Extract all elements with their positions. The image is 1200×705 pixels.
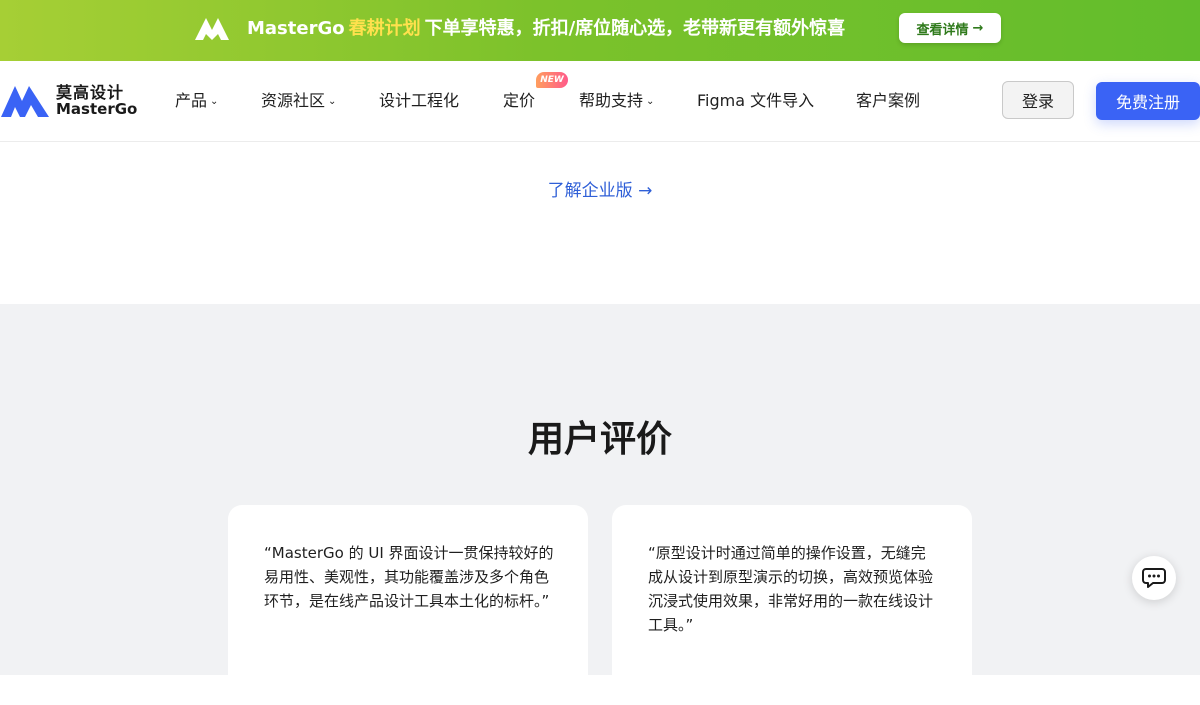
chat-bubble-icon: [1142, 568, 1166, 588]
promo-highlight: 春耕计划: [348, 18, 421, 39]
new-badge: NEW: [536, 72, 568, 88]
review-quote: “MasterGo 的 UI 界面设计一贯保持较好的易用性、美观性，其功能覆盖涉…: [264, 544, 554, 610]
view-details-button[interactable]: 查看详情 →: [899, 13, 1001, 43]
nav-item-figma-import[interactable]: Figma 文件导入: [697, 89, 814, 113]
brand-name-en: MasterGo: [56, 100, 138, 118]
nav-item-label: 客户案例: [856, 91, 921, 110]
enterprise-link[interactable]: 了解企业版 →: [0, 176, 1200, 201]
view-details-label: 查看详情: [916, 22, 969, 38]
review-quote: “原型设计时通过简单的操作设置，无缝完成从设计到原型演示的切换，高效预览体验沉浸…: [648, 544, 934, 634]
promo-brand: MasterGo: [247, 18, 345, 39]
nav-item-products[interactable]: 产品 ⌄: [175, 89, 218, 113]
nav-item-help[interactable]: 帮助支持 ⌄: [579, 89, 654, 113]
promo-text: MasterGo 春耕计划 下单享特惠，折扣/席位随心选，老带新更有额外惊喜: [247, 16, 845, 42]
nav-item-label: 设计工程化: [379, 91, 460, 110]
nav-item-label: 资源社区: [261, 91, 326, 110]
section-title: 用户评价: [527, 419, 672, 460]
promo-message: 下单享特惠，折扣/席位随心选，老带新更有额外惊喜: [424, 18, 846, 39]
promo-banner: MasterGo 春耕计划 下单享特惠，折扣/席位随心选，老带新更有额外惊喜 查看详…: [0, 0, 1200, 61]
nav-item-design-engineering[interactable]: 设计工程化: [379, 89, 459, 113]
review-card: “MasterGo 的 UI 界面设计一贯保持较好的易用性、美观性，其功能覆盖涉…: [228, 505, 588, 705]
login-button[interactable]: 登录: [1002, 81, 1074, 119]
chat-button[interactable]: [1132, 556, 1176, 600]
brand-name-cn: 莫高设计: [56, 83, 125, 102]
enterprise-link-label: 了解企业版: [547, 181, 633, 201]
nav-item-label: Figma 文件导入: [697, 91, 815, 110]
chevron-down-icon: ⌄: [210, 96, 219, 107]
mastergo-logo-icon: [195, 18, 229, 40]
nav-item-community[interactable]: 资源社区 ⌄: [261, 89, 336, 113]
review-card: “原型设计时通过简单的操作设置，无缝完成从设计到原型演示的切换，高效预览体验沉浸…: [612, 505, 972, 705]
chevron-down-icon: ⌄: [328, 96, 337, 107]
register-button[interactable]: 免费注册: [1096, 82, 1200, 120]
reviews-section: 用户评价 “MasterGo 的 UI 界面设计一贯保持较好的易用性、美观性，其…: [0, 304, 1200, 705]
nav-item-cases[interactable]: 客户案例: [856, 89, 920, 113]
chevron-down-icon: ⌄: [646, 96, 655, 107]
brand-logo[interactable]: 莫高设计 MasterGo: [0, 81, 137, 121]
arrow-right-icon: →: [972, 20, 984, 36]
nav-item-pricing[interactable]: 定价: [503, 89, 535, 113]
nav-item-label: 帮助支持: [579, 91, 644, 110]
nav-item-label: 定价: [503, 91, 536, 110]
arrow-right-icon: →: [638, 181, 653, 201]
nav-item-label: 产品: [175, 91, 208, 110]
mastergo-logo-icon: [1, 86, 49, 117]
